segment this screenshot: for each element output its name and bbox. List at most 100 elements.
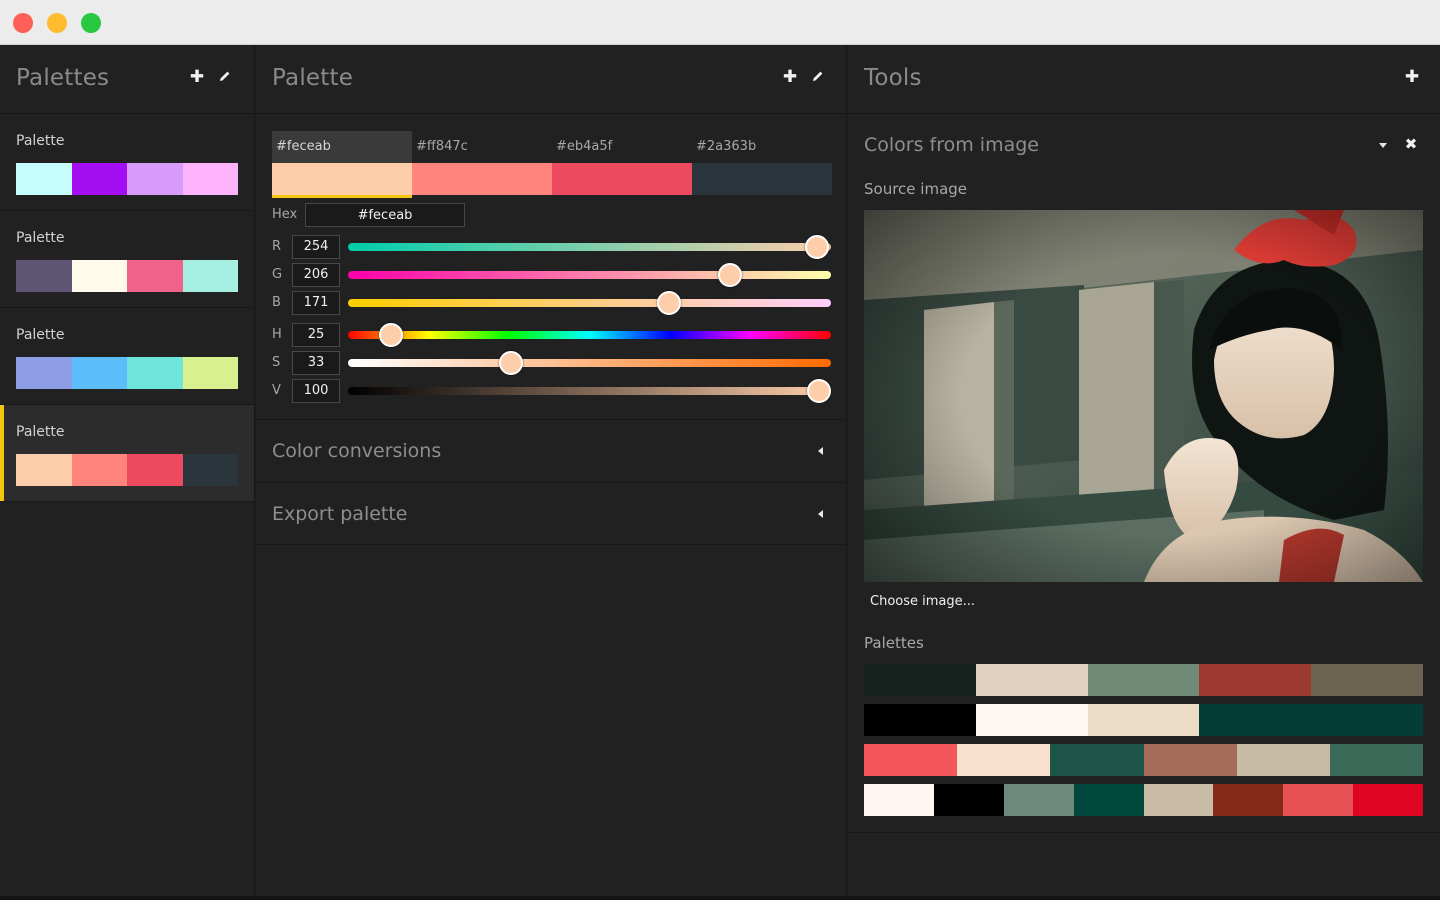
slider-thumb[interactable] [498,351,523,375]
slider-track[interactable] [348,351,831,375]
palette-swatches [16,357,238,389]
palette-item[interactable]: Palette [0,114,254,211]
slider-row-v: V 100 [272,379,831,403]
color-swatch [1236,744,1330,776]
color-swatch [71,357,127,389]
color-swatch [71,260,127,292]
color-swatch [16,260,72,292]
color-swatch [1087,664,1200,696]
palette-editor-panel: Palette ✚ #feceab #ff847c #eb4a5f #2a363b H… [256,45,847,896]
palette-item[interactable]: Palette [0,211,254,308]
color-swatch [71,454,127,486]
color-swatch [127,163,183,195]
palette-name: Palette [16,424,65,440]
slider-row-s: S 33 [272,351,831,375]
color-swatch [1311,664,1423,696]
slider-thumb[interactable] [717,263,742,287]
slider-track[interactable] [348,235,831,259]
add-palette-button[interactable]: ✚ [188,67,206,87]
palettes-title: Palettes [16,65,110,91]
color-swatch [182,357,238,389]
slider-label: S [272,355,281,370]
slider-track[interactable] [348,263,831,287]
generated-palette[interactable] [864,704,1423,736]
hex-input[interactable] [305,203,465,227]
color-swatch [1213,784,1284,816]
plus-icon: ✚ [782,67,798,87]
edit-color-button[interactable] [809,67,827,87]
slider-row-g: G 206 [272,263,831,287]
close-window-button[interactable] [13,13,33,33]
color-swatch [1199,704,1312,736]
color-tab[interactable]: #feceab [272,131,412,198]
color-swatch [975,664,1088,696]
generated-palette[interactable] [864,784,1423,816]
color-swatch [864,784,934,816]
color-tab[interactable]: #ff847c [412,131,552,195]
source-image [864,210,1423,582]
slider-value-input[interactable]: 206 [292,263,340,287]
add-tool-button[interactable]: ✚ [1403,67,1421,87]
tools-header: Tools ✚ [848,45,1440,114]
close-icon: ✖ [1404,135,1418,153]
generated-palette[interactable] [864,744,1424,776]
slider-label: V [272,383,281,398]
window-bottom-edge [0,896,1440,900]
slider-thumb[interactable] [804,235,829,259]
color-swatch [182,260,238,292]
color-tab-label: #2a363b [696,139,757,154]
palettes-panel: Palettes ✚ Palette Palette Palette Palette [0,45,255,896]
slider-track[interactable] [348,323,831,347]
slider-thumb[interactable] [657,291,682,315]
add-color-button[interactable]: ✚ [781,67,799,87]
color-tab-label: #ff847c [416,139,468,154]
color-swatch [1353,784,1423,816]
slider-value-input[interactable]: 25 [292,323,340,347]
minimize-window-button[interactable] [47,13,67,33]
color-swatch [864,664,976,696]
choose-image-button[interactable]: Choose image... [870,594,975,609]
color-tabs: #feceab #ff847c #eb4a5f #2a363b [272,131,832,198]
generated-palette[interactable] [864,664,1423,696]
palettes-header: Palettes ✚ [0,45,254,114]
color-swatch [127,260,183,292]
slider-value-input[interactable]: 254 [292,235,340,259]
caret-down-icon[interactable] [1379,143,1387,148]
color-tab[interactable]: #2a363b [692,131,832,195]
palette-item[interactable]: Palette [0,308,254,405]
palette-swatches [16,454,238,486]
slider-thumb[interactable] [379,323,404,347]
slider-value-input[interactable]: 171 [292,291,340,315]
color-swatch [127,454,183,486]
pencil-icon [813,71,823,81]
color-swatch [1199,664,1312,696]
export-palette-section[interactable]: Export palette [256,482,847,545]
divider [848,832,1440,833]
slider-label: H [272,327,282,342]
slider-thumb[interactable] [806,379,831,403]
slider-track[interactable] [348,379,831,403]
section-title: Export palette [272,503,408,525]
zoom-window-button[interactable] [81,13,101,33]
slider-track[interactable] [348,291,831,315]
color-swatch [1311,704,1423,736]
color-tab[interactable]: #eb4a5f [552,131,692,195]
color-swatch [1087,704,1200,736]
edit-palette-button[interactable] [216,67,234,87]
slider-value-input[interactable]: 33 [292,351,340,375]
window-titlebar [0,0,1440,45]
plus-icon: ✚ [1404,67,1420,87]
tools-title: Tools [864,65,922,91]
color-conversions-section[interactable]: Color conversions [256,419,847,482]
source-photo [864,210,1423,582]
color-tab-swatch [552,163,692,195]
slider-label: B [272,295,281,310]
close-tool-button[interactable]: ✖ [1403,135,1419,155]
palette-title: Palette [272,65,354,91]
selected-tab-indicator [272,195,412,198]
color-tab-label: #feceab [276,139,331,154]
color-swatch [975,704,1088,736]
slider-value-input[interactable]: 100 [292,379,340,403]
palette-item[interactable]: Palette [0,405,254,502]
color-swatch [71,163,127,195]
